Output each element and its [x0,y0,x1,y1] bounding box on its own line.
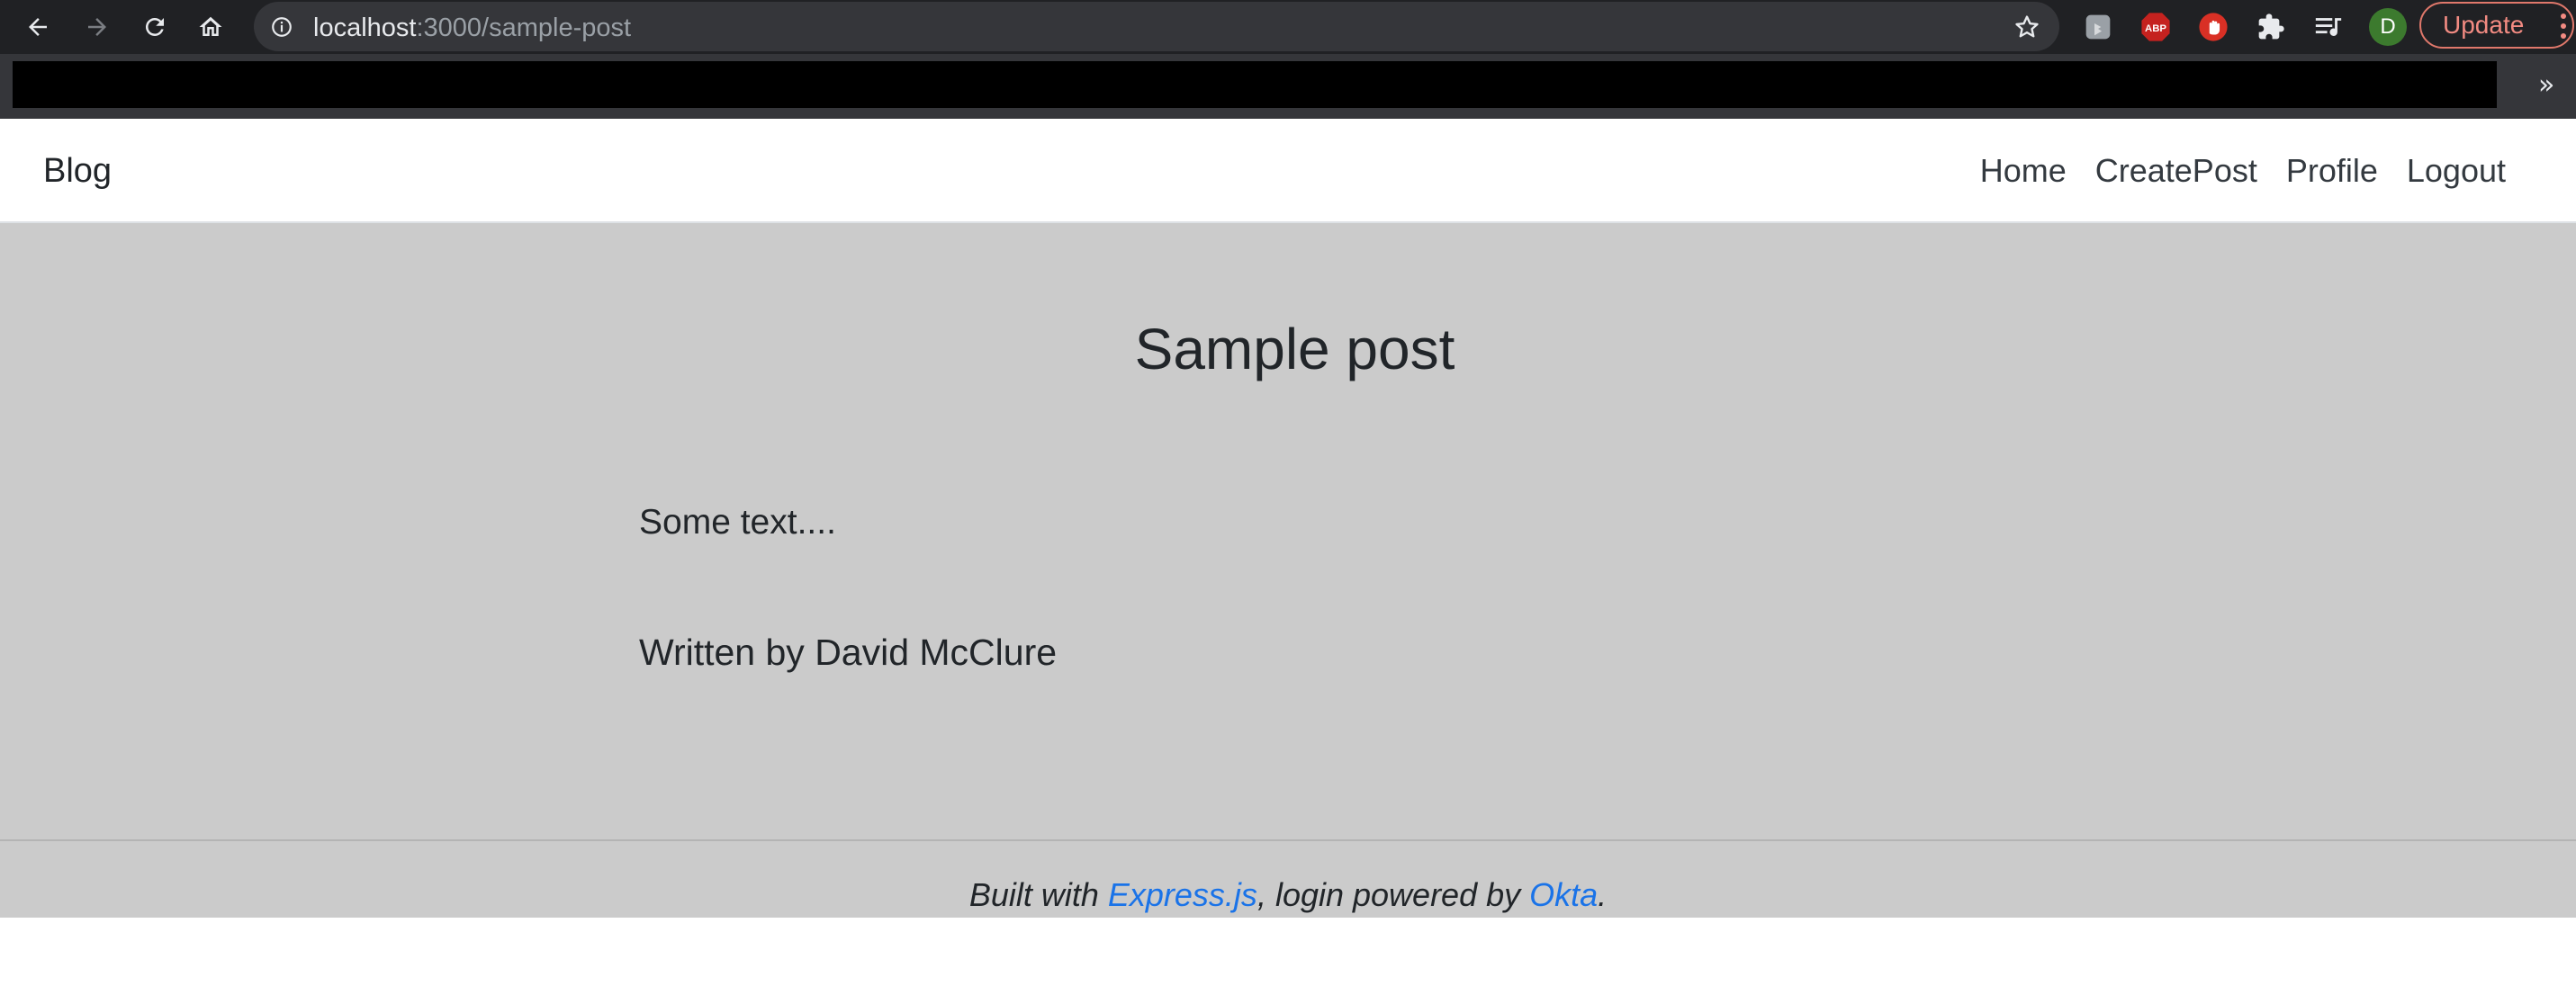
hand-stop-icon[interactable] [2197,11,2229,43]
site-info-icon[interactable] [270,15,293,39]
post-content-area: Sample post Some text.... Written by Dav… [0,223,2576,839]
express-link[interactable]: Express.js [1108,876,1257,913]
back-button[interactable] [18,7,58,47]
address-bar[interactable]: localhost:3000/sample-post [254,2,2059,51]
forward-button[interactable] [77,7,117,47]
kebab-menu-icon[interactable] [2560,13,2567,40]
puzzle-extensions-icon[interactable] [2255,11,2287,43]
brand-link[interactable]: Blog [43,151,112,191]
nav-links: Home CreatePost Profile Logout [1980,151,2506,191]
back-arrow-icon [29,18,47,36]
site-footer: Built with Express.js, login powered by … [0,839,2576,918]
reload-icon [145,17,164,36]
bing-extension-icon[interactable] [2082,11,2114,43]
site-navbar: Blog Home CreatePost Profile Logout [0,119,2576,223]
reload-button[interactable] [135,7,175,47]
adblock-plus-icon[interactable]: ABP [2139,11,2172,43]
post-title: Sample post [1134,317,1455,381]
bookmarks-bar: » [0,54,2576,119]
post-body: Some text.... [639,503,836,542]
url-text[interactable]: localhost:3000/sample-post [313,13,631,42]
footer-suffix: . [1598,876,1608,913]
redacted-bookmarks-area [13,61,2497,108]
update-button[interactable]: Update [2419,2,2574,49]
footer-prefix: Built with [968,876,1108,913]
url-path: :3000/sample-post [416,13,632,42]
forward-arrow-icon [88,18,106,36]
profile-initial: D [2380,14,2396,39]
nav-link-createpost[interactable]: CreatePost [2095,151,2257,191]
url-host: localhost [313,13,417,42]
okta-link[interactable]: Okta [1529,876,1598,913]
bookmarks-overflow-chevron-icon[interactable]: » [2538,72,2554,99]
home-icon [199,16,222,36]
svg-text:ABP: ABP [2145,23,2166,34]
nav-link-home[interactable]: Home [1980,151,2067,191]
footer-text: Built with Express.js, login powered by … [0,875,2576,915]
update-label: Update [2443,11,2525,39]
footer-middle: , login powered by [1256,876,1530,913]
profile-avatar[interactable]: D [2368,7,2408,47]
nav-link-profile[interactable]: Profile [2286,151,2378,191]
nav-link-logout[interactable]: Logout [2407,151,2506,191]
browser-toolbar: localhost:3000/sample-post ABP D Update [0,0,2576,54]
bookmark-star-icon[interactable] [2013,13,2041,41]
media-playlist-icon[interactable] [2312,11,2345,43]
post-author: Written by David McClure [639,632,1058,673]
home-button[interactable] [191,7,230,47]
